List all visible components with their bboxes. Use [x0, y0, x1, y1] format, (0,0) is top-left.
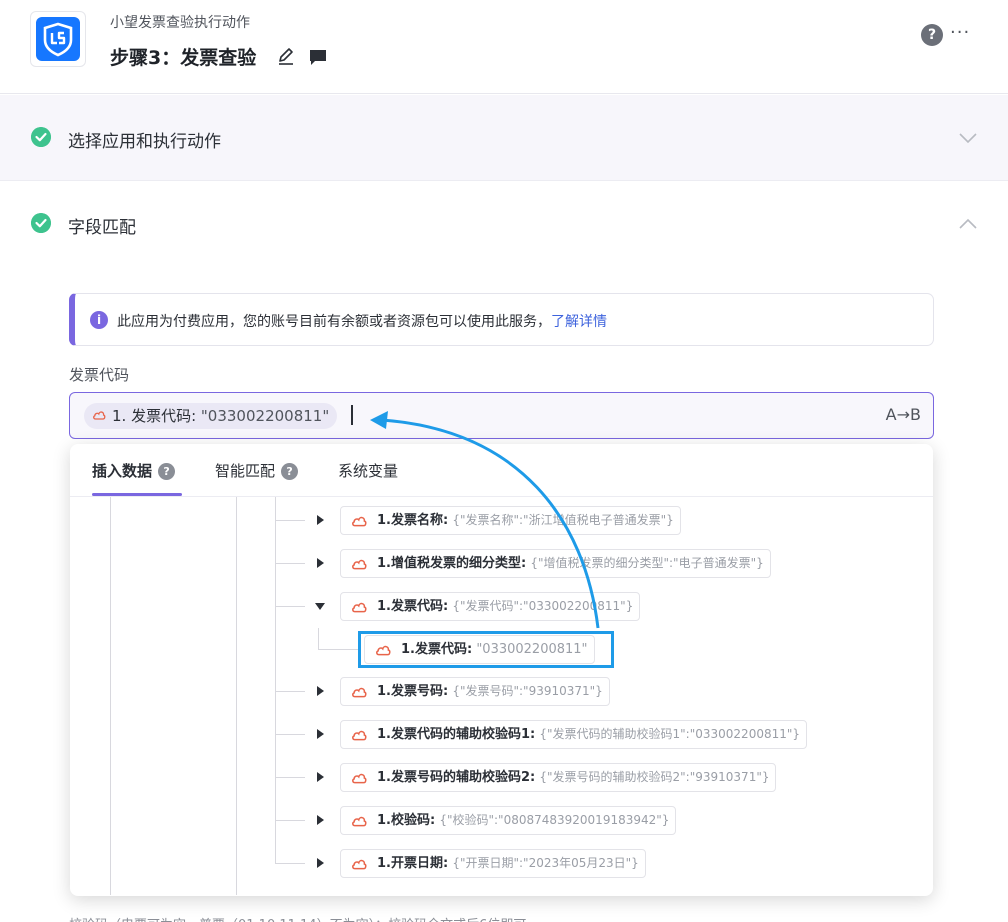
node-preview: {"增值税发票的细分类型":"电子普通发票"}: [530, 556, 764, 570]
expand-arrow-icon[interactable]: [317, 515, 324, 525]
tree-node-issue-date[interactable]: 1.开票日期: {"开票日期":"2023年05月23日"}: [340, 849, 646, 878]
check-circle-icon: [31, 213, 51, 233]
cloud-icon: [93, 411, 106, 420]
edit-icon[interactable]: [276, 46, 296, 66]
paid-app-notice: i 此应用为付费应用，您的账号目前有余额或者资源包可以使用此服务，了解详情: [69, 293, 934, 346]
node-preview: {"发票代码的辅助校验码1":"033002200811"}: [539, 727, 801, 741]
node-label: 1.增值税发票的细分类型:: [377, 556, 527, 571]
expand-arrow-icon[interactable]: [317, 858, 324, 868]
node-preview: {"开票日期":"2023年05月23日"}: [452, 856, 639, 870]
cloud-icon: [352, 859, 367, 870]
node-label: 1.发票代码:: [377, 599, 449, 614]
tree-line: [275, 820, 305, 821]
node-preview: {"发票代码":"033002200811"}: [452, 599, 634, 613]
tree-node-number-check-2[interactable]: 1.发票号码的辅助校验码2: {"发票号码的辅助校验码2":"93910371"…: [340, 763, 777, 792]
section-title: 选择应用和执行动作: [68, 132, 221, 152]
help-icon[interactable]: ?: [158, 463, 176, 480]
section-title: 字段匹配: [68, 218, 136, 238]
cloud-icon: [352, 516, 367, 527]
node-preview: {"发票名称":"浙江增值税电子普通发票"}: [452, 513, 674, 527]
tab-label: 智能匹配: [215, 462, 276, 480]
expand-arrow-icon[interactable]: [317, 686, 324, 696]
tree-line: [318, 649, 360, 650]
expand-arrow-icon[interactable]: [317, 558, 324, 568]
section-select-app[interactable]: 选择应用和执行动作: [0, 95, 1008, 181]
notice-message: 此应用为付费应用，您的账号目前有余额或者资源包可以使用此服务，: [117, 314, 551, 330]
cloud-icon: [352, 687, 367, 698]
shield-logo-icon: [36, 17, 80, 61]
node-label: 1.发票名称:: [377, 513, 449, 528]
field-label: 发票代码: [69, 366, 130, 384]
tree-node-check-code[interactable]: 1.校验码: {"校验码":"08087483920019183942"}: [340, 806, 677, 835]
tree-node-invoice-name[interactable]: 1.发票名称: {"发票名称":"浙江增值税电子普通发票"}: [340, 506, 681, 535]
tree-node-code-check-1[interactable]: 1.发票代码的辅助校验码1: {"发票代码的辅助校验码1":"033002200…: [340, 720, 808, 749]
learn-more-link[interactable]: 了解详情: [551, 314, 607, 330]
node-preview: {"发票号码的辅助校验码2":"93910371"}: [539, 770, 770, 784]
invoice-code-input[interactable]: 1. 发票代码: "033002200811" A→B: [69, 392, 934, 439]
data-token[interactable]: 1. 发票代码: "033002200811": [84, 403, 338, 429]
tab-label: 插入数据: [92, 462, 153, 480]
cloud-icon: [352, 602, 367, 613]
tree-line: [275, 497, 276, 863]
app-name: 小望发票查验执行动作: [110, 15, 250, 31]
tree-line: [275, 606, 305, 607]
annotation-highlight-box: [358, 631, 614, 668]
node-label: 1.校验码:: [377, 813, 436, 828]
dropdown-tabs: 插入数据? 智能匹配? 系统变量: [70, 444, 933, 497]
tree-line: [275, 777, 305, 778]
cloud-icon: [352, 730, 367, 741]
comment-icon[interactable]: [308, 47, 328, 67]
tree-node-invoice-number[interactable]: 1.发票号码: {"发票号码":"93910371"}: [340, 677, 610, 706]
tree-node-vat-subtype[interactable]: 1.增值税发票的细分类型: {"增值税发票的细分类型":"电子普通发票"}: [340, 549, 771, 578]
notice-text: 此应用为付费应用，您的账号目前有余额或者资源包可以使用此服务，了解详情: [117, 311, 607, 331]
tree-line: [110, 497, 111, 895]
chevron-up-icon[interactable]: [958, 217, 978, 231]
expand-arrow-icon[interactable]: [317, 815, 324, 825]
tree-node-invoice-code[interactable]: 1.发票代码: {"发票代码":"033002200811"}: [340, 592, 641, 621]
node-label: 1.开票日期:: [377, 856, 449, 871]
cloud-icon: [352, 773, 367, 784]
step-title: 步骤3：发票查验: [110, 47, 257, 69]
node-label: 1.发票号码:: [377, 684, 449, 699]
tree-line: [318, 628, 319, 649]
token-value: "033002200811": [200, 407, 330, 425]
info-icon: i: [90, 311, 108, 329]
field-hint: 校验码（电票可为空，普票（01,10,11,14）不为空）：校验码全文或后6位即…: [69, 914, 526, 922]
chevron-down-icon[interactable]: [958, 131, 978, 145]
tab-system-vars[interactable]: 系统变量: [338, 460, 398, 481]
help-icon[interactable]: ?: [921, 24, 943, 46]
tab-smart-match[interactable]: 智能匹配?: [215, 460, 299, 481]
expand-arrow-icon[interactable]: [317, 772, 324, 782]
collapse-arrow-icon[interactable]: [315, 603, 325, 610]
help-icon[interactable]: ?: [281, 463, 299, 480]
tree-line: [275, 734, 305, 735]
more-options-icon[interactable]: ···: [950, 24, 970, 46]
tree-line: [275, 520, 305, 521]
page-header: 小望发票查验执行动作 步骤3：发票查验 ? ···: [0, 0, 1008, 94]
app-logo: [30, 11, 86, 67]
text-caret: [351, 405, 353, 425]
tab-label: 系统变量: [338, 462, 399, 480]
tree-line: [236, 497, 237, 895]
tree-line: [275, 691, 305, 692]
node-label: 1.发票代码的辅助校验码1:: [377, 727, 536, 742]
token-key: 1. 发票代码:: [112, 407, 201, 425]
node-label: 1.发票号码的辅助校验码2:: [377, 770, 536, 785]
active-tab-indicator: [92, 493, 182, 496]
cloud-icon: [352, 559, 367, 570]
tab-insert-data[interactable]: 插入数据?: [92, 460, 176, 481]
expand-arrow-icon[interactable]: [317, 729, 324, 739]
cloud-icon: [352, 816, 367, 827]
tree-line: [275, 863, 305, 864]
check-circle-icon: [31, 127, 51, 147]
node-preview: {"发票号码":"93910371"}: [452, 684, 603, 698]
tree-line: [275, 563, 305, 564]
node-preview: {"校验码":"08087483920019183942"}: [439, 813, 670, 827]
transform-button[interactable]: A→B: [886, 405, 921, 424]
